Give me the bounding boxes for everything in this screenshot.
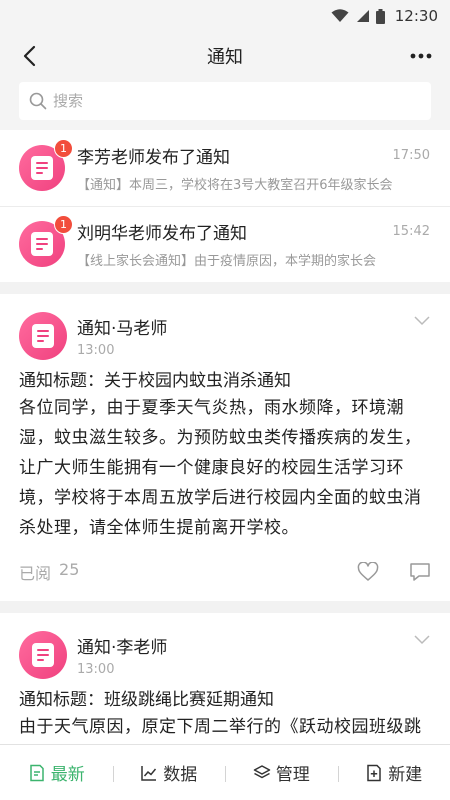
chevron-down-icon[interactable] — [413, 314, 431, 326]
notice-post[interactable]: 通知·马老师 13:00 通知标题：关于校园内蚊虫消杀通知 各位同学，由于夏季天… — [0, 294, 450, 601]
unread-badge: 1 — [54, 215, 73, 234]
read-count: 25 — [59, 560, 80, 579]
signal-icon — [356, 10, 369, 22]
back-arrow-icon — [23, 45, 36, 67]
message-list: 1 李芳老师发布了通知 17:50 【通知】本周三，学校将在3号大教室召开6年级… — [0, 130, 450, 282]
message-item[interactable]: 1 刘明华老师发布了通知 15:42 【线上家长会通知】由于疫情原因，本学期的家… — [0, 206, 450, 282]
notice-avatar: 1 — [19, 139, 73, 191]
read-label: 已阅 — [19, 564, 52, 583]
notice-doc-icon — [32, 324, 54, 348]
tab-label: 新建 — [388, 765, 423, 785]
post-subject: 通知标题：班级跳绳比赛延期通知 — [19, 690, 274, 710]
new-doc-icon — [367, 764, 381, 781]
comment-icon[interactable] — [409, 562, 431, 582]
notice-doc-icon — [31, 156, 53, 180]
search-container — [0, 80, 450, 130]
chevron-down-icon[interactable] — [413, 633, 431, 645]
wifi-icon — [331, 9, 349, 22]
more-dots-icon — [410, 53, 432, 59]
unread-badge: 1 — [54, 139, 73, 158]
search-input[interactable] — [53, 92, 421, 110]
search-box[interactable] — [19, 82, 431, 120]
tab-label: 数据 — [163, 765, 198, 785]
post-footer: 已阅 25 — [19, 543, 431, 601]
message-title: 刘明华老师发布了通知 — [77, 224, 247, 244]
post-author: 通知·李老师 — [77, 638, 168, 658]
post-time: 13:00 — [77, 662, 115, 677]
tab-label: 管理 — [275, 765, 310, 785]
more-button[interactable] — [406, 41, 436, 71]
search-icon — [29, 92, 47, 110]
nav-bar: 通知 — [0, 32, 450, 80]
battery-icon — [375, 8, 385, 24]
notice-doc-icon — [32, 643, 54, 667]
tab-label: 最新 — [50, 765, 85, 785]
post-author: 通知·马老师 — [77, 319, 168, 339]
message-item[interactable]: 1 李芳老师发布了通知 17:50 【通知】本周三，学校将在3号大教室召开6年级… — [0, 130, 450, 206]
message-time: 17:50 — [392, 148, 430, 163]
status-time: 12:30 — [394, 7, 438, 25]
tab-new[interactable]: 新建 — [337, 760, 450, 785]
page-title: 通知 — [207, 47, 243, 68]
message-title: 李芳老师发布了通知 — [77, 148, 230, 168]
read-info[interactable]: 已阅 25 — [19, 560, 79, 584]
message-preview: 【线上家长会通知】由于疫情原因，本学期的家长会 — [77, 254, 377, 269]
message-preview: 【通知】本周三，学校将在3号大教室召开6年级家长会 — [77, 178, 393, 193]
post-subject: 通知标题：关于校园内蚊虫消杀通知 — [19, 371, 291, 391]
post-avatar — [19, 631, 67, 679]
post-avatar — [19, 312, 67, 360]
notice-avatar: 1 — [19, 215, 73, 267]
edit-doc-icon — [30, 764, 44, 781]
bottom-tab-bar: 最新 数据 管理 新建 — [0, 744, 450, 800]
tab-manage[interactable]: 管理 — [225, 760, 338, 785]
status-bar: 12:30 — [0, 0, 450, 32]
chart-icon — [141, 765, 157, 781]
tab-latest[interactable]: 最新 — [0, 760, 113, 785]
post-time: 13:00 — [77, 343, 115, 358]
notice-doc-icon — [31, 232, 53, 256]
tab-data[interactable]: 数据 — [112, 760, 226, 785]
heart-icon[interactable] — [357, 562, 379, 582]
layers-icon — [253, 764, 270, 778]
message-time: 15:42 — [392, 224, 430, 239]
post-content: 各位同学，由于夏季天气炎热，雨水频降，环境潮湿，蚊虫滋生较多。为预防蚊虫类传播疾… — [19, 398, 422, 538]
back-button[interactable] — [14, 41, 44, 71]
